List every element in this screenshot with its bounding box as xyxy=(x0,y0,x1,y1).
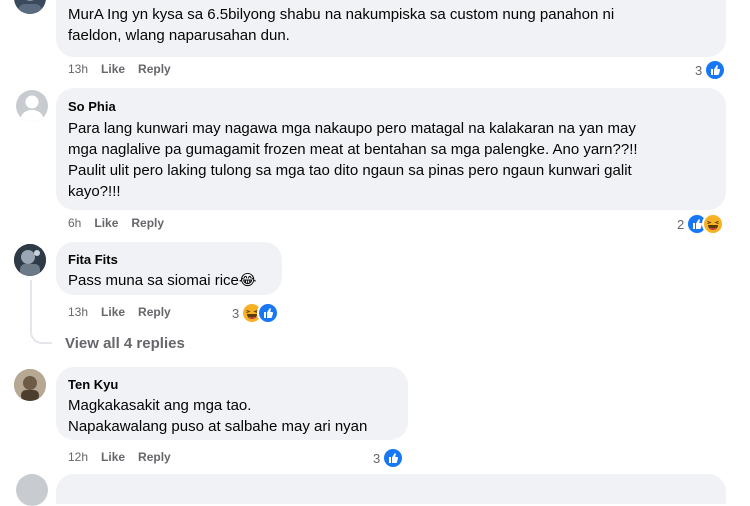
avatar[interactable] xyxy=(14,0,46,14)
comment-text-line: Magkakasakit ang mga tao. xyxy=(68,397,252,414)
comment-bubble: MurA Ing yn kysa sa 6.5bilyong shabu na … xyxy=(56,0,726,57)
comment-author[interactable]: Ten Kyu xyxy=(68,376,396,393)
comment-bubble: So Phia Para lang kunwari may nagawa mga… xyxy=(56,88,726,210)
avatar[interactable] xyxy=(16,474,48,506)
comment-bubble: Ten Kyu Magkakasakit ang mga tao. Napaka… xyxy=(56,367,408,440)
reaction-count: 3 xyxy=(373,450,381,466)
comment-text-line: Pass muna sa siomai rice xyxy=(68,272,239,289)
avatar[interactable] xyxy=(14,244,46,276)
reaction-summary[interactable]: 3 xyxy=(232,302,280,324)
avatar[interactable] xyxy=(14,369,46,401)
reaction-count: 2 xyxy=(677,216,685,232)
comment-time[interactable]: 6h xyxy=(68,216,81,230)
reply-link[interactable]: Reply xyxy=(131,216,164,230)
comment-text-line: Napakawalang puso at salbahe may ari nya… xyxy=(68,418,368,435)
reaction-count: 3 xyxy=(695,62,703,78)
comment-actions: 13h Like Reply xyxy=(68,305,184,319)
reaction-summary[interactable]: 3 xyxy=(373,447,405,469)
view-all-replies-link[interactable]: View all 4 replies xyxy=(65,335,185,352)
comment-text-line: Paulit ulit pero laking tulong sa mga ta… xyxy=(68,162,632,179)
comment-actions: 12h Like Reply xyxy=(68,450,184,464)
comment-text-line: Para lang kunwari may nagawa mga nakaupo… xyxy=(68,120,636,137)
comment-text-line: mga naglalive pa gumagamit frozen meat a… xyxy=(68,141,638,158)
comment-time[interactable]: 12h xyxy=(68,450,88,464)
like-icon xyxy=(382,447,405,469)
comment-bubble: Fita Fits Pass muna sa siomai rice😂 xyxy=(56,242,282,295)
haha-icon xyxy=(702,213,725,235)
like-link[interactable]: Like xyxy=(101,450,125,464)
reply-link[interactable]: Reply xyxy=(138,62,171,76)
comment-text-line: faeldon, wlang naparusahan dun. xyxy=(68,27,290,44)
like-link[interactable]: Like xyxy=(101,305,125,319)
thread-connector-curve xyxy=(30,318,52,344)
like-icon xyxy=(257,302,280,324)
reaction-count: 3 xyxy=(232,305,240,321)
comment-text: Pass muna sa siomai rice😂 xyxy=(68,270,270,291)
reaction-summary[interactable]: 2 xyxy=(677,213,725,235)
comment-actions: 13h Like Reply xyxy=(68,62,184,76)
like-link[interactable]: Like xyxy=(101,62,125,76)
like-link[interactable]: Like xyxy=(94,216,118,230)
reaction-summary[interactable]: 3 xyxy=(695,59,727,81)
comment-author[interactable]: Fita Fits xyxy=(68,251,270,268)
comment-actions: 6h Like Reply xyxy=(68,216,177,230)
comment-time[interactable]: 13h xyxy=(68,305,88,319)
comment-author[interactable]: So Phia xyxy=(68,98,714,115)
laughing-emoji-icon: 😂 xyxy=(238,272,257,289)
like-icon xyxy=(704,59,727,81)
reply-link[interactable]: Reply xyxy=(138,450,171,464)
comment-time[interactable]: 13h xyxy=(68,62,88,76)
comment-text-line: MurA Ing yn kysa sa 6.5bilyong shabu na … xyxy=(68,6,615,23)
comment-text-line: kayo?!!! xyxy=(68,183,121,200)
comment-bubble xyxy=(56,474,726,504)
avatar[interactable] xyxy=(16,90,48,122)
reply-link[interactable]: Reply xyxy=(138,305,171,319)
